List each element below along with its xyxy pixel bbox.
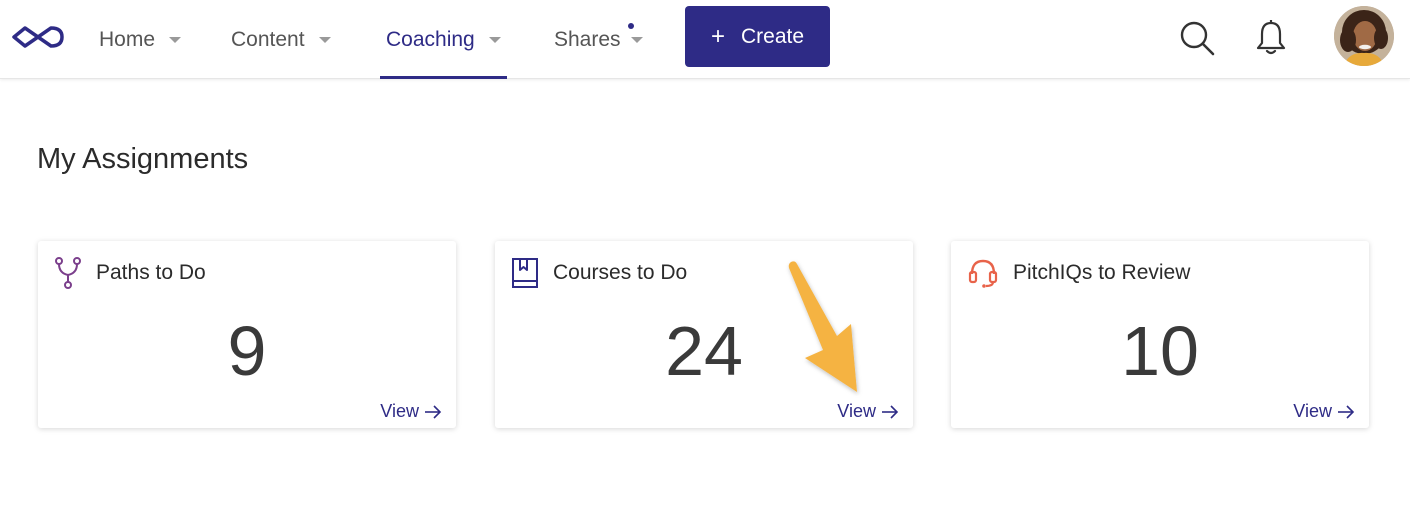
nav-home-label: Home bbox=[99, 27, 156, 51]
nav-coaching[interactable]: Coaching bbox=[380, 0, 507, 79]
nav-content[interactable]: Content bbox=[231, 0, 331, 79]
active-tab-indicator bbox=[380, 76, 507, 79]
book-icon bbox=[512, 258, 538, 288]
chevron-down-icon bbox=[630, 36, 643, 43]
arrow-right-icon bbox=[882, 404, 899, 419]
nav-home[interactable]: Home bbox=[99, 0, 182, 79]
paths-to-do-card: Paths to Do 9 View bbox=[38, 241, 456, 428]
chevron-down-icon bbox=[169, 36, 182, 43]
nav-shares[interactable]: Shares bbox=[554, 0, 643, 79]
plus-icon: + bbox=[710, 22, 725, 50]
view-courses-link[interactable]: View bbox=[837, 401, 899, 422]
create-button[interactable]: + Create bbox=[685, 6, 830, 67]
card-header: Paths to Do bbox=[54, 257, 206, 289]
arrow-right-icon bbox=[425, 404, 442, 419]
search-icon[interactable] bbox=[1177, 18, 1217, 58]
view-link-label: View bbox=[1293, 401, 1332, 421]
view-link-label: View bbox=[837, 401, 876, 421]
card-header: Courses to Do bbox=[511, 257, 687, 289]
nav-content-label: Content bbox=[231, 27, 305, 51]
page-title: My Assignments bbox=[37, 143, 249, 175]
callout-arrow-icon bbox=[788, 261, 857, 392]
view-pitchiqs-link[interactable]: View bbox=[1293, 401, 1355, 422]
nav-shares-label: Shares bbox=[554, 27, 621, 51]
assignment-count: 10 bbox=[1121, 312, 1199, 390]
view-paths-link[interactable]: View bbox=[380, 401, 442, 422]
assignment-count: 9 bbox=[227, 312, 267, 390]
card-title: Courses to Do bbox=[553, 261, 688, 284]
avatar[interactable] bbox=[1334, 6, 1394, 66]
top-navbar: Home Content Coaching Shares + Create bbox=[0, 0, 1410, 79]
chevron-down-icon bbox=[488, 36, 501, 43]
nav-coaching-label: Coaching bbox=[386, 27, 475, 51]
card-header: PitchIQs to Review bbox=[967, 257, 1190, 289]
pitchiqs-to-review-card: PitchIQs to Review 10 View bbox=[951, 241, 1369, 428]
infinity-logo-icon[interactable] bbox=[12, 22, 64, 52]
create-button-label: Create bbox=[740, 24, 805, 48]
arrow-right-icon bbox=[1338, 404, 1355, 419]
headset-icon bbox=[968, 259, 998, 288]
user-photo-icon bbox=[1334, 6, 1394, 66]
view-link-label: View bbox=[380, 401, 419, 421]
bell-icon[interactable] bbox=[1251, 18, 1291, 58]
notification-dot bbox=[628, 23, 634, 29]
chevron-down-icon bbox=[318, 36, 331, 43]
card-title: Paths to Do bbox=[96, 261, 206, 284]
card-title: PitchIQs to Review bbox=[1013, 261, 1191, 284]
path-fork-icon bbox=[55, 257, 81, 289]
